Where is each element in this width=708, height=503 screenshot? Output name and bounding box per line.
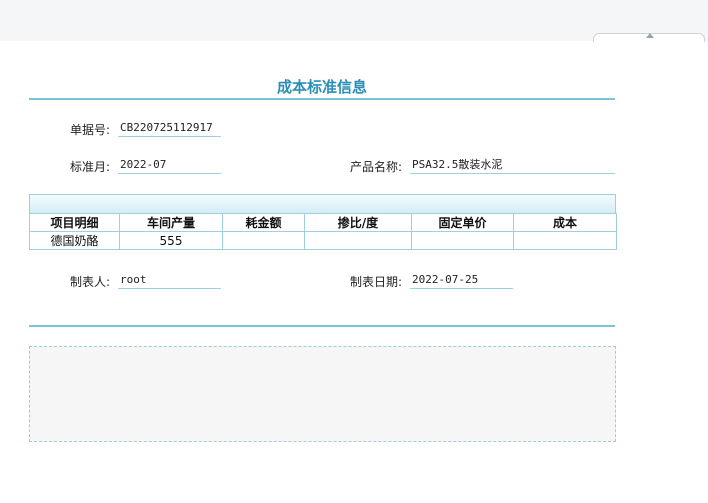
create-date-label: 制表日期: — [350, 275, 403, 289]
notes-area[interactable] — [29, 346, 616, 442]
doc-no-field[interactable]: CB220725112917 — [118, 119, 221, 137]
std-month-label: 标准月: — [70, 160, 111, 174]
creator-label: 制表人: — [70, 275, 111, 289]
doc-no-label: 单据号: — [70, 123, 111, 137]
table-header-row: 项目明细 车间产量 耗金额 掺比/度 固定单价 成本 — [29, 213, 617, 232]
collapse-up-icon — [646, 33, 654, 38]
create-date-field[interactable]: 2022-07-25 — [410, 271, 513, 289]
col-header-item[interactable]: 项目明细 — [29, 213, 120, 232]
grid-toolbar — [29, 194, 616, 214]
cell-output[interactable]: 555 — [119, 231, 223, 250]
form-title: 成本标准信息 — [276, 78, 367, 96]
table-row[interactable]: 德国奶酪 555 — [29, 231, 617, 250]
cell-unit-price[interactable] — [411, 231, 514, 250]
product-name-field[interactable]: PSA32.5散装水泥 — [410, 156, 615, 174]
title-divider — [29, 98, 615, 100]
creator-field[interactable]: root — [118, 271, 221, 289]
std-month-field[interactable]: 2022-07 — [118, 156, 221, 174]
product-name-label: 产品名称: — [350, 160, 403, 174]
col-header-consumption[interactable]: 耗金额 — [222, 213, 305, 232]
col-header-cost[interactable]: 成本 — [513, 213, 617, 232]
cell-item[interactable]: 德国奶酪 — [29, 231, 120, 250]
col-header-unit-price[interactable]: 固定单价 — [411, 213, 514, 232]
cost-detail-table: 项目明细 车间产量 耗金额 掺比/度 固定单价 成本 德国奶酪 555 — [29, 213, 617, 250]
col-header-ratio[interactable]: 掺比/度 — [304, 213, 412, 232]
cell-cost[interactable] — [513, 231, 617, 250]
col-header-output[interactable]: 车间产量 — [119, 213, 223, 232]
top-toolbar — [0, 0, 708, 42]
footer-divider — [29, 325, 615, 327]
cell-consumption[interactable] — [222, 231, 305, 250]
cell-ratio[interactable] — [304, 231, 412, 250]
